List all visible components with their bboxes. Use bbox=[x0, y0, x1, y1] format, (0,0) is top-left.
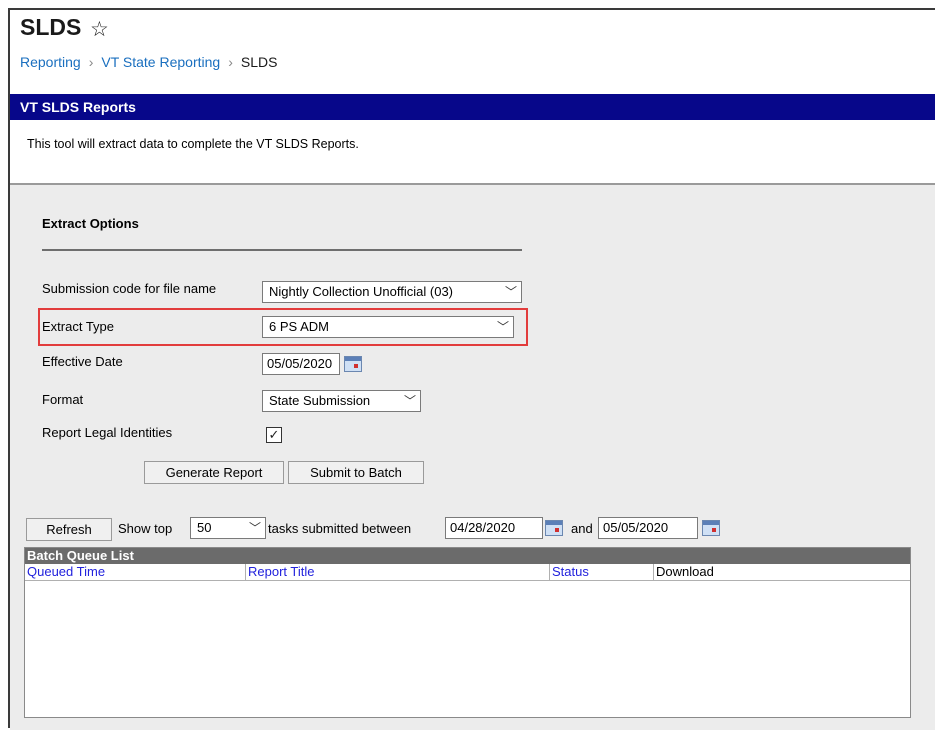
batch-queue-list: Batch Queue List Queued Time Report Titl… bbox=[24, 547, 911, 718]
effective-date-label: Effective Date bbox=[42, 354, 123, 369]
column-status[interactable]: Status bbox=[550, 564, 654, 580]
effective-date-value: 05/05/2020 bbox=[267, 356, 333, 371]
star-icon[interactable]: ☆ bbox=[90, 17, 109, 42]
format-value: State Submission bbox=[269, 393, 371, 408]
calendar-icon[interactable] bbox=[344, 356, 362, 372]
report-legal-identities-label: Report Legal Identities bbox=[42, 425, 173, 440]
submit-to-batch-button[interactable]: Submit to Batch bbox=[288, 461, 424, 484]
and-label: and bbox=[571, 521, 593, 536]
tasks-submitted-between-label: tasks submitted between bbox=[268, 521, 412, 536]
to-date-input[interactable]: 05/05/2020 bbox=[598, 517, 698, 539]
column-download: Download bbox=[656, 564, 714, 579]
batch-queue-header-row: Queued Time Report Title Status Download bbox=[25, 564, 910, 581]
report-legal-identities-checkbox[interactable]: ✓ bbox=[266, 427, 282, 443]
page-title: SLDS bbox=[20, 14, 82, 40]
calendar-icon[interactable] bbox=[702, 520, 720, 536]
extract-editor: Extract Options Submission code for file… bbox=[10, 183, 935, 730]
app-frame: SLDS ☆ Reporting › VT State Reporting › SLDS… bbox=[8, 8, 935, 730]
generate-report-button[interactable]: Generate Report bbox=[144, 461, 284, 484]
chevron-right-icon: › bbox=[88, 54, 94, 70]
chevron-right-icon: › bbox=[228, 54, 233, 70]
calendar-icon[interactable] bbox=[545, 520, 563, 536]
effective-date-input[interactable]: 05/05/2020 bbox=[262, 353, 340, 375]
from-date-input[interactable]: 04/28/2020 bbox=[445, 517, 543, 539]
submission-code-label: Submission code for file name bbox=[42, 281, 217, 296]
show-top-label: Show top bbox=[118, 521, 173, 536]
extract-type-select[interactable]: 6 PS ADM ﹀ bbox=[262, 316, 514, 338]
extract-type-label: Extract Type bbox=[42, 319, 115, 334]
show-top-select[interactable]: 50 ﹀ bbox=[190, 517, 266, 539]
breadcrumb-current: SLDS bbox=[240, 54, 278, 70]
breadcrumb: Reporting › VT State Reporting › SLDS bbox=[20, 54, 277, 70]
format-select[interactable]: State Submission ﹀ bbox=[262, 390, 421, 412]
show-top-value: 50 bbox=[197, 520, 212, 535]
chevron-down-icon: ﹀ bbox=[403, 394, 416, 408]
tool-header-title: VT SLDS Reports bbox=[20, 99, 136, 115]
extract-type-value: 6 PS ADM bbox=[269, 319, 329, 334]
section-divider bbox=[42, 249, 522, 251]
chevron-down-icon: ﹀ bbox=[496, 320, 509, 334]
page-header: SLDS ☆ Reporting › VT State Reporting › SLDS bbox=[10, 10, 935, 90]
refresh-button[interactable]: Refresh bbox=[26, 518, 112, 541]
column-queued-time[interactable]: Queued Time bbox=[25, 564, 246, 580]
extract-options-title: Extract Options bbox=[42, 216, 139, 231]
tool-header-bar: VT SLDS Reports bbox=[10, 94, 935, 120]
submission-code-value: Nightly Collection Unofficial (03) bbox=[269, 284, 454, 299]
to-date-value: 05/05/2020 bbox=[603, 520, 669, 535]
format-label: Format bbox=[42, 392, 84, 407]
chevron-down-icon: ﹀ bbox=[504, 285, 517, 299]
from-date-value: 04/28/2020 bbox=[450, 520, 516, 535]
breadcrumb-vt-state-reporting[interactable]: VT State Reporting bbox=[101, 54, 220, 70]
tool-description: This tool will extract data to complete … bbox=[27, 137, 359, 151]
tool-description-panel: This tool will extract data to complete … bbox=[10, 120, 935, 183]
submission-code-select[interactable]: Nightly Collection Unofficial (03) ﹀ bbox=[262, 281, 522, 303]
breadcrumb-reporting[interactable]: Reporting bbox=[20, 54, 81, 70]
column-report-title[interactable]: Report Title bbox=[246, 564, 550, 580]
chevron-down-icon: ﹀ bbox=[248, 521, 261, 535]
batch-queue-title: Batch Queue List bbox=[25, 548, 910, 564]
